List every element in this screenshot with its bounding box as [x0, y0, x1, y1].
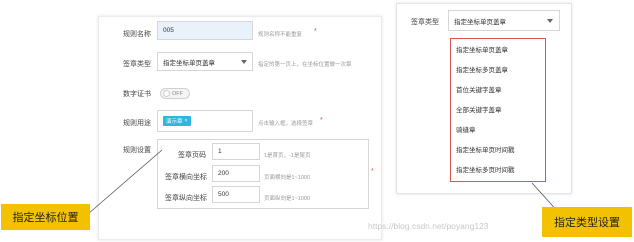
annotation-lines	[87, 149, 561, 215]
right-callout: 指定类型设置	[542, 207, 632, 237]
left-pointer-line	[87, 149, 163, 215]
right-callout-text: 指定类型设置	[554, 217, 620, 229]
left-callout-text: 指定坐标位置	[12, 212, 79, 224]
left-callout: 指定坐标位置	[1, 204, 90, 230]
watermark: https://blog.csdn.net/poyang123	[368, 221, 489, 231]
